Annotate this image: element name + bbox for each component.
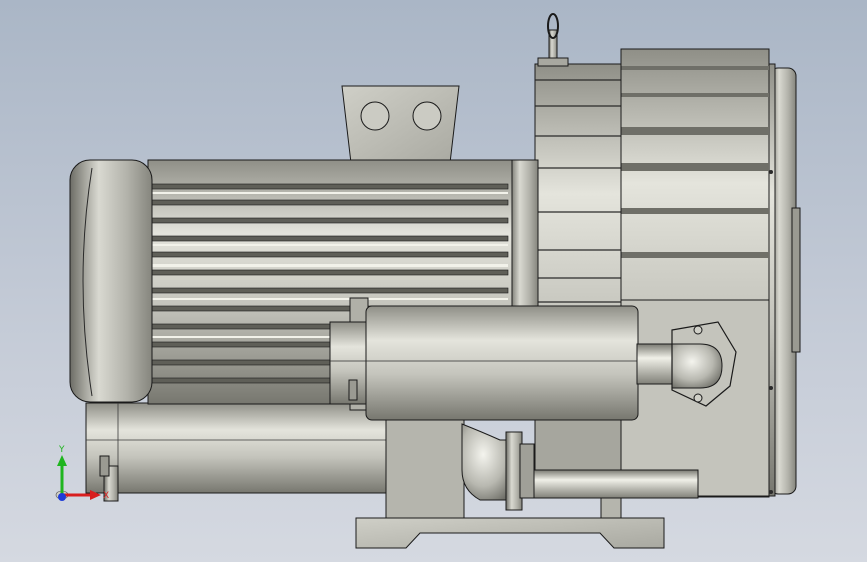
- upper-silencer: [329, 297, 639, 421]
- bracket-hole-right: [412, 101, 442, 131]
- lifting-eye-bolt: [537, 13, 569, 67]
- lower-silencer-tube: [85, 402, 387, 502]
- triad-z-axis: [58, 493, 66, 501]
- cad-viewport[interactable]: Y X: [0, 0, 867, 562]
- bracket-hole-left: [360, 101, 390, 131]
- blower-housing: [534, 13, 801, 498]
- blower-motor-model[interactable]: Y X: [0, 0, 867, 562]
- motor-lifting-bracket: [341, 85, 460, 164]
- coupling-flange: [509, 159, 539, 307]
- triad-y-arrow: [57, 455, 67, 466]
- triad-y-label: Y: [58, 445, 65, 455]
- motor-fan-cover: [69, 159, 153, 403]
- triad-x-label: X: [103, 491, 109, 501]
